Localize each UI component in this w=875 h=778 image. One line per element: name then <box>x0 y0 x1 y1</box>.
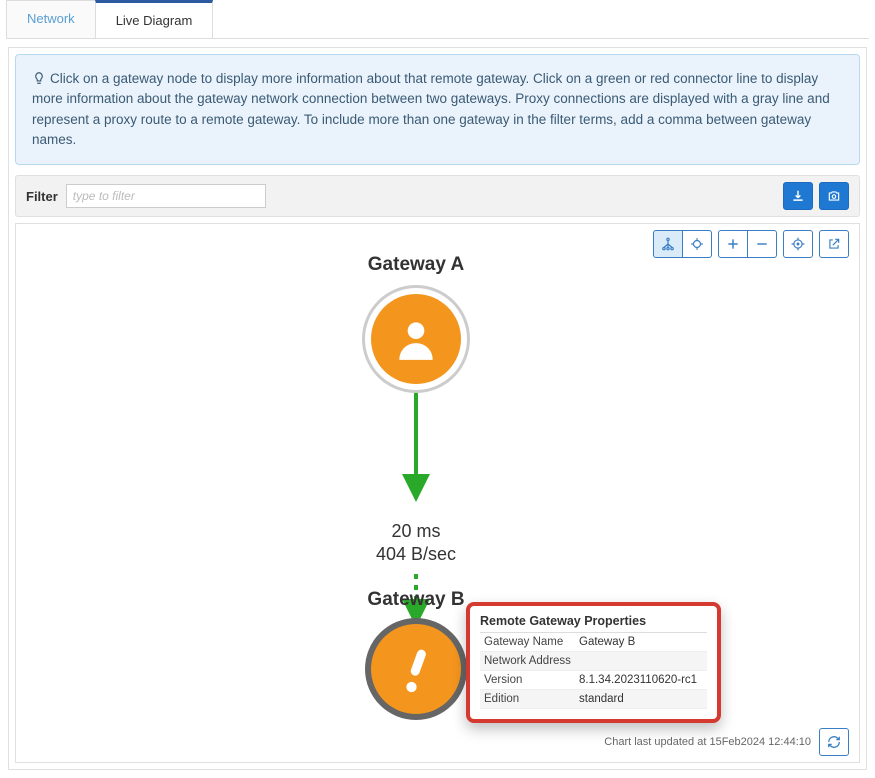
download-button[interactable] <box>783 182 813 210</box>
user-icon <box>391 314 441 364</box>
alert-icon <box>389 642 443 696</box>
camera-icon <box>827 189 841 203</box>
table-row: Editionstandard <box>480 690 707 709</box>
gateway-b-label: Gateway B <box>367 589 464 611</box>
diagram-area[interactable]: Gateway A 20 ms 404 B/sec Gateway B Remo… <box>15 223 860 763</box>
info-box: Click on a gateway node to display more … <box>15 54 860 165</box>
tab-bar: Network Live Diagram <box>6 0 869 39</box>
refresh-icon <box>827 735 841 749</box>
content-panel: Click on a gateway node to display more … <box>8 47 867 770</box>
tab-network[interactable]: Network <box>6 0 96 38</box>
refresh-area: Chart last updated at 15Feb2024 12:44:10 <box>604 728 849 756</box>
filter-label: Filter <box>26 189 58 204</box>
properties-table: Gateway NameGateway B Network Address Ve… <box>480 633 707 709</box>
filter-bar: Filter <box>15 175 860 217</box>
tab-live-diagram[interactable]: Live Diagram <box>95 0 214 38</box>
popup-title: Remote Gateway Properties <box>480 614 707 633</box>
gateway-a-label: Gateway A <box>368 254 464 276</box>
last-updated-text: Chart last updated at 15Feb2024 12:44:10 <box>604 736 811 748</box>
gateway-b-node[interactable] <box>371 624 461 714</box>
table-row: Version8.1.34.2023110620-rc1 <box>480 671 707 690</box>
gateway-a-node[interactable] <box>371 294 461 384</box>
info-text: Click on a gateway node to display more … <box>32 71 830 147</box>
lightbulb-icon <box>32 71 46 85</box>
gateway-properties-popup: Remote Gateway Properties Gateway NameGa… <box>466 602 721 723</box>
download-icon <box>791 189 805 203</box>
connection-metrics: 20 ms 404 B/sec <box>376 520 456 565</box>
filter-input[interactable] <box>66 184 266 208</box>
throughput-value: 404 B/sec <box>376 543 456 566</box>
table-row: Gateway NameGateway B <box>480 633 707 652</box>
camera-button[interactable] <box>819 182 849 210</box>
table-row: Network Address <box>480 652 707 671</box>
refresh-button[interactable] <box>819 728 849 756</box>
latency-value: 20 ms <box>376 520 456 543</box>
